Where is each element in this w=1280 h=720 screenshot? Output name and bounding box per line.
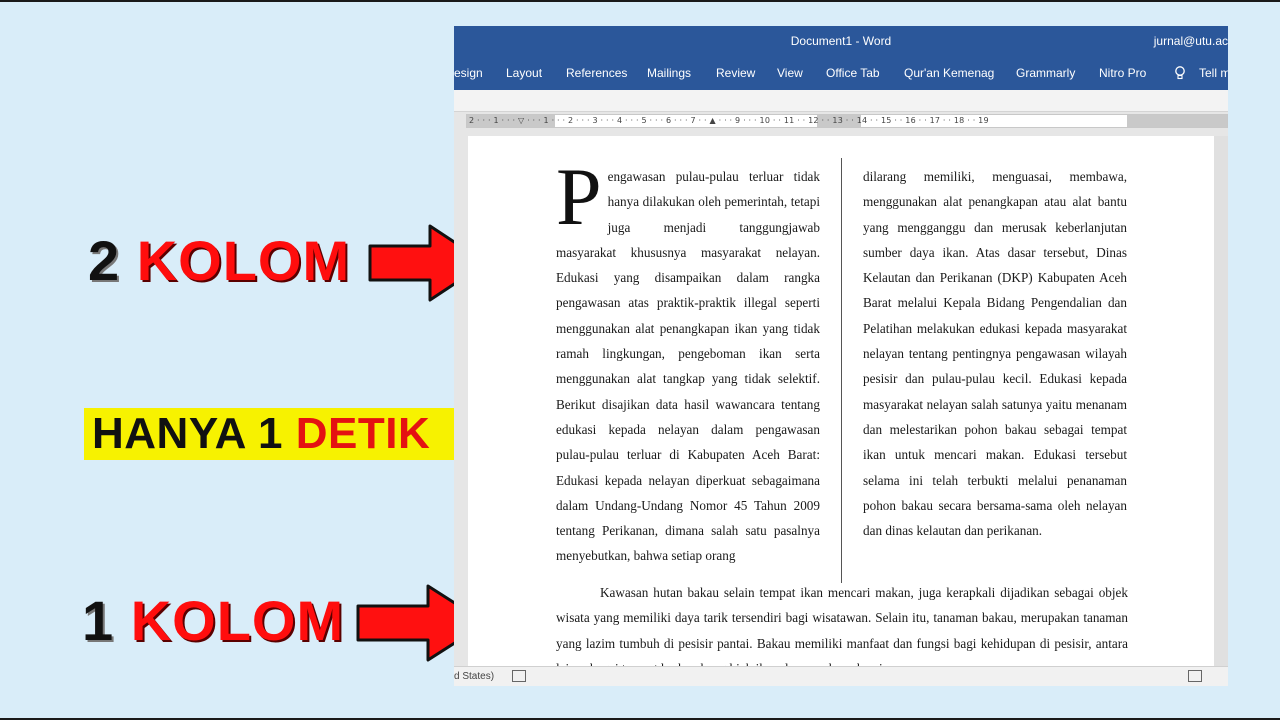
one-column-word: KOLOM: [130, 589, 345, 652]
tab-layout[interactable]: Layout: [506, 66, 542, 80]
drop-cap: P: [556, 151, 602, 242]
document-title: Document1 - Word: [790, 34, 892, 48]
tab-tell-me[interactable]: Tell m: [1199, 66, 1228, 80]
document-page[interactable]: Pengawasan pulau-pulau terluar tidak han…: [468, 136, 1214, 676]
user-account[interactable]: jurnal@utu.ac: [1154, 34, 1228, 48]
one-column-number: 1: [82, 589, 115, 652]
one-second-banner: HANYA 1 DETIK: [84, 408, 454, 460]
two-column-label: 2 KOLOM: [88, 228, 350, 294]
tab-mailings[interactable]: Mailings: [647, 66, 691, 80]
title-bar: Document1 - Word jurnal@utu.ac: [454, 26, 1228, 56]
single-column-text: Kawasan hutan bakau selain tempat ikan m…: [556, 585, 1128, 676]
banner-black-text: HANYA 1: [92, 409, 283, 458]
vertical-scrollbar[interactable]: [1214, 136, 1228, 666]
one-column-label: 1 KOLOM: [82, 588, 344, 654]
tab-design[interactable]: esign: [454, 66, 483, 80]
ribbon-tabs: esign Layout References Mailings Review …: [454, 56, 1228, 90]
proofing-icon[interactable]: [512, 670, 526, 682]
tab-nitro-pro[interactable]: Nitro Pro: [1099, 66, 1146, 80]
lightbulb-icon[interactable]: [1174, 66, 1186, 80]
read-mode-icon[interactable]: [1188, 670, 1202, 682]
right-column-text: dilarang memiliki, menguasai, membawa, m…: [863, 169, 1127, 539]
tab-office-tab[interactable]: Office Tab: [826, 66, 880, 80]
horizontal-ruler[interactable]: 2 · · · 1 · · · ▽ · · · 1 · · · 2 · · · …: [466, 114, 1228, 128]
tab-quran-kemenag[interactable]: Qur'an Kemenag: [904, 66, 994, 80]
word-window: Document1 - Word jurnal@utu.ac esign Lay…: [454, 26, 1228, 686]
ruler-ticks: 2 · · · 1 · · · ▽ · · · 1 · · · 2 · · · …: [469, 116, 989, 125]
ruler-margin-right: [1127, 115, 1227, 127]
right-column[interactable]: dilarang memiliki, menguasai, membawa, m…: [863, 164, 1127, 543]
tab-review[interactable]: Review: [716, 66, 755, 80]
column-divider: [841, 158, 842, 583]
tab-view[interactable]: View: [777, 66, 803, 80]
tab-references[interactable]: References: [566, 66, 627, 80]
tab-grammarly[interactable]: Grammarly: [1016, 66, 1075, 80]
two-column-word: KOLOM: [136, 229, 351, 292]
status-bar: d States): [454, 666, 1228, 686]
top-border: [0, 0, 1280, 2]
two-column-number: 2: [88, 229, 121, 292]
banner-red-text: DETIK: [295, 409, 431, 458]
language-status[interactable]: d States): [454, 671, 494, 682]
ribbon-collapsed: [454, 90, 1228, 112]
left-column[interactable]: Pengawasan pulau-pulau terluar tidak han…: [556, 151, 820, 569]
